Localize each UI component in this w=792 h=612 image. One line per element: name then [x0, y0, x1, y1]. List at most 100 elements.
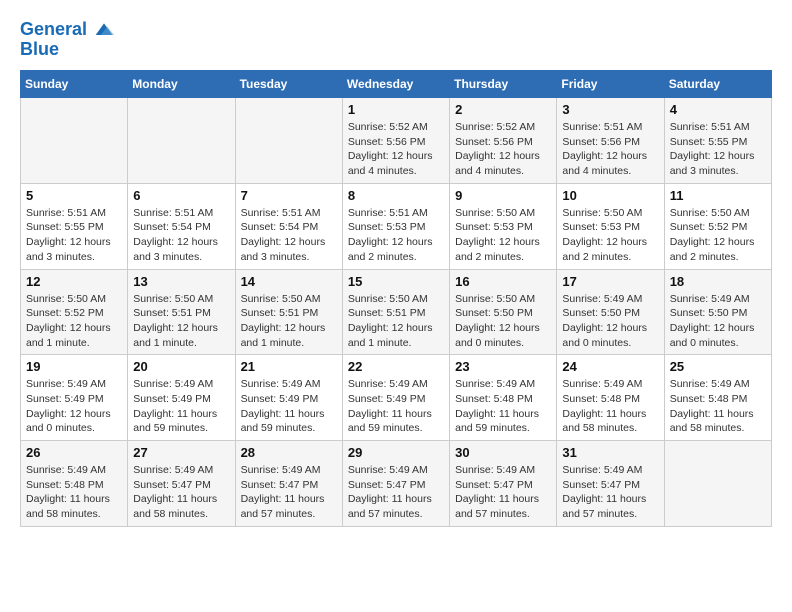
day-detail: Sunrise: 5:50 AMSunset: 5:51 PMDaylight:… [348, 292, 444, 351]
day-number: 10 [562, 188, 658, 203]
day-detail: Sunrise: 5:50 AMSunset: 5:53 PMDaylight:… [562, 206, 658, 265]
calendar-table: SundayMondayTuesdayWednesdayThursdayFrid… [20, 70, 772, 527]
day-number: 28 [241, 445, 337, 460]
day-detail: Sunrise: 5:49 AMSunset: 5:49 PMDaylight:… [241, 377, 337, 436]
calendar-cell: 5 Sunrise: 5:51 AMSunset: 5:55 PMDaylight… [21, 183, 128, 269]
day-number: 26 [26, 445, 122, 460]
weekday-header-monday: Monday [128, 71, 235, 98]
day-detail: Sunrise: 5:49 AMSunset: 5:50 PMDaylight:… [670, 292, 766, 351]
calendar-cell: 26 Sunrise: 5:49 AMSunset: 5:48 PMDayligh… [21, 441, 128, 527]
calendar-cell: 18 Sunrise: 5:49 AMSunset: 5:50 PMDayligh… [664, 269, 771, 355]
weekday-header-thursday: Thursday [450, 71, 557, 98]
day-number: 25 [670, 359, 766, 374]
day-number: 16 [455, 274, 551, 289]
calendar-cell: 14 Sunrise: 5:50 AMSunset: 5:51 PMDayligh… [235, 269, 342, 355]
weekday-header-sunday: Sunday [21, 71, 128, 98]
day-number: 7 [241, 188, 337, 203]
day-detail: Sunrise: 5:50 AMSunset: 5:53 PMDaylight:… [455, 206, 551, 265]
calendar-cell [664, 441, 771, 527]
weekday-header-wednesday: Wednesday [342, 71, 449, 98]
day-detail: Sunrise: 5:50 AMSunset: 5:52 PMDaylight:… [26, 292, 122, 351]
calendar-cell: 23 Sunrise: 5:49 AMSunset: 5:48 PMDayligh… [450, 355, 557, 441]
day-number: 11 [670, 188, 766, 203]
calendar-cell: 11 Sunrise: 5:50 AMSunset: 5:52 PMDayligh… [664, 183, 771, 269]
day-detail: Sunrise: 5:49 AMSunset: 5:48 PMDaylight:… [562, 377, 658, 436]
day-number: 30 [455, 445, 551, 460]
day-number: 6 [133, 188, 229, 203]
weekday-header-saturday: Saturday [664, 71, 771, 98]
day-detail: Sunrise: 5:49 AMSunset: 5:47 PMDaylight:… [455, 463, 551, 522]
day-detail: Sunrise: 5:50 AMSunset: 5:50 PMDaylight:… [455, 292, 551, 351]
calendar-cell: 25 Sunrise: 5:49 AMSunset: 5:48 PMDayligh… [664, 355, 771, 441]
day-number: 31 [562, 445, 658, 460]
calendar-cell: 7 Sunrise: 5:51 AMSunset: 5:54 PMDaylight… [235, 183, 342, 269]
day-detail: Sunrise: 5:49 AMSunset: 5:47 PMDaylight:… [348, 463, 444, 522]
week-row-2: 5 Sunrise: 5:51 AMSunset: 5:55 PMDaylight… [21, 183, 772, 269]
calendar-cell: 28 Sunrise: 5:49 AMSunset: 5:47 PMDayligh… [235, 441, 342, 527]
day-number: 23 [455, 359, 551, 374]
calendar-cell: 31Sunrise: 5:49 AMSunset: 5:47 PMDayligh… [557, 441, 664, 527]
calendar-cell: 19 Sunrise: 5:49 AMSunset: 5:49 PMDayligh… [21, 355, 128, 441]
day-detail: Sunrise: 5:51 AMSunset: 5:55 PMDaylight:… [26, 206, 122, 265]
day-number: 19 [26, 359, 122, 374]
logo-blue: Blue [20, 40, 114, 60]
day-number: 17 [562, 274, 658, 289]
day-detail: Sunrise: 5:50 AMSunset: 5:51 PMDaylight:… [133, 292, 229, 351]
week-row-1: 1Sunrise: 5:52 AMSunset: 5:56 PMDaylight… [21, 98, 772, 184]
calendar-cell: 1Sunrise: 5:52 AMSunset: 5:56 PMDaylight… [342, 98, 449, 184]
day-detail: Sunrise: 5:51 AMSunset: 5:54 PMDaylight:… [133, 206, 229, 265]
weekday-header-tuesday: Tuesday [235, 71, 342, 98]
calendar-cell [128, 98, 235, 184]
day-number: 14 [241, 274, 337, 289]
day-detail: Sunrise: 5:50 AMSunset: 5:51 PMDaylight:… [241, 292, 337, 351]
day-number: 29 [348, 445, 444, 460]
day-number: 5 [26, 188, 122, 203]
calendar-cell: 13 Sunrise: 5:50 AMSunset: 5:51 PMDayligh… [128, 269, 235, 355]
day-number: 20 [133, 359, 229, 374]
calendar-cell [21, 98, 128, 184]
calendar-cell: 24 Sunrise: 5:49 AMSunset: 5:48 PMDayligh… [557, 355, 664, 441]
day-number: 18 [670, 274, 766, 289]
calendar-cell: 4Sunrise: 5:51 AMSunset: 5:55 PMDaylight… [664, 98, 771, 184]
calendar-cell: 29 Sunrise: 5:49 AMSunset: 5:47 PMDayligh… [342, 441, 449, 527]
day-detail: Sunrise: 5:49 AMSunset: 5:47 PMDaylight:… [241, 463, 337, 522]
week-row-4: 19 Sunrise: 5:49 AMSunset: 5:49 PMDayligh… [21, 355, 772, 441]
calendar-cell: 16 Sunrise: 5:50 AMSunset: 5:50 PMDayligh… [450, 269, 557, 355]
calendar-cell: 12 Sunrise: 5:50 AMSunset: 5:52 PMDayligh… [21, 269, 128, 355]
day-detail: Sunrise: 5:49 AMSunset: 5:48 PMDaylight:… [26, 463, 122, 522]
day-detail: Sunrise: 5:51 AMSunset: 5:55 PMDaylight:… [670, 120, 766, 179]
day-detail: Sunrise: 5:49 AMSunset: 5:49 PMDaylight:… [26, 377, 122, 436]
day-detail: Sunrise: 5:50 AMSunset: 5:52 PMDaylight:… [670, 206, 766, 265]
week-row-3: 12 Sunrise: 5:50 AMSunset: 5:52 PMDayligh… [21, 269, 772, 355]
day-number: 21 [241, 359, 337, 374]
calendar-cell: 20Sunrise: 5:49 AMSunset: 5:49 PMDayligh… [128, 355, 235, 441]
day-number: 12 [26, 274, 122, 289]
day-number: 27 [133, 445, 229, 460]
day-number: 13 [133, 274, 229, 289]
day-number: 22 [348, 359, 444, 374]
calendar-cell [235, 98, 342, 184]
calendar-cell: 10 Sunrise: 5:50 AMSunset: 5:53 PMDayligh… [557, 183, 664, 269]
calendar-cell: 27 Sunrise: 5:49 AMSunset: 5:47 PMDayligh… [128, 441, 235, 527]
day-detail: Sunrise: 5:52 AMSunset: 5:56 PMDaylight:… [348, 120, 444, 179]
day-detail: Sunrise: 5:51 AMSunset: 5:54 PMDaylight:… [241, 206, 337, 265]
calendar-header: SundayMondayTuesdayWednesdayThursdayFrid… [21, 71, 772, 98]
day-detail: Sunrise: 5:49 AMSunset: 5:48 PMDaylight:… [455, 377, 551, 436]
calendar-body: 1Sunrise: 5:52 AMSunset: 5:56 PMDaylight… [21, 98, 772, 527]
calendar-cell: 21 Sunrise: 5:49 AMSunset: 5:49 PMDayligh… [235, 355, 342, 441]
day-detail: Sunrise: 5:49 AMSunset: 5:47 PMDaylight:… [133, 463, 229, 522]
page-header: General Blue [20, 20, 772, 60]
calendar-cell: 8Sunrise: 5:51 AMSunset: 5:53 PMDaylight… [342, 183, 449, 269]
day-detail: Sunrise: 5:52 AMSunset: 5:56 PMDaylight:… [455, 120, 551, 179]
calendar-cell: 9Sunrise: 5:50 AMSunset: 5:53 PMDaylight… [450, 183, 557, 269]
day-detail: Sunrise: 5:49 AMSunset: 5:48 PMDaylight:… [670, 377, 766, 436]
calendar-cell: 15 Sunrise: 5:50 AMSunset: 5:51 PMDayligh… [342, 269, 449, 355]
day-detail: Sunrise: 5:51 AMSunset: 5:53 PMDaylight:… [348, 206, 444, 265]
weekday-header-row: SundayMondayTuesdayWednesdayThursdayFrid… [21, 71, 772, 98]
day-number: 15 [348, 274, 444, 289]
calendar-cell: 17Sunrise: 5:49 AMSunset: 5:50 PMDayligh… [557, 269, 664, 355]
logo: General Blue [20, 20, 114, 60]
calendar-cell: 2Sunrise: 5:52 AMSunset: 5:56 PMDaylight… [450, 98, 557, 184]
day-number: 24 [562, 359, 658, 374]
day-detail: Sunrise: 5:51 AMSunset: 5:56 PMDaylight:… [562, 120, 658, 179]
